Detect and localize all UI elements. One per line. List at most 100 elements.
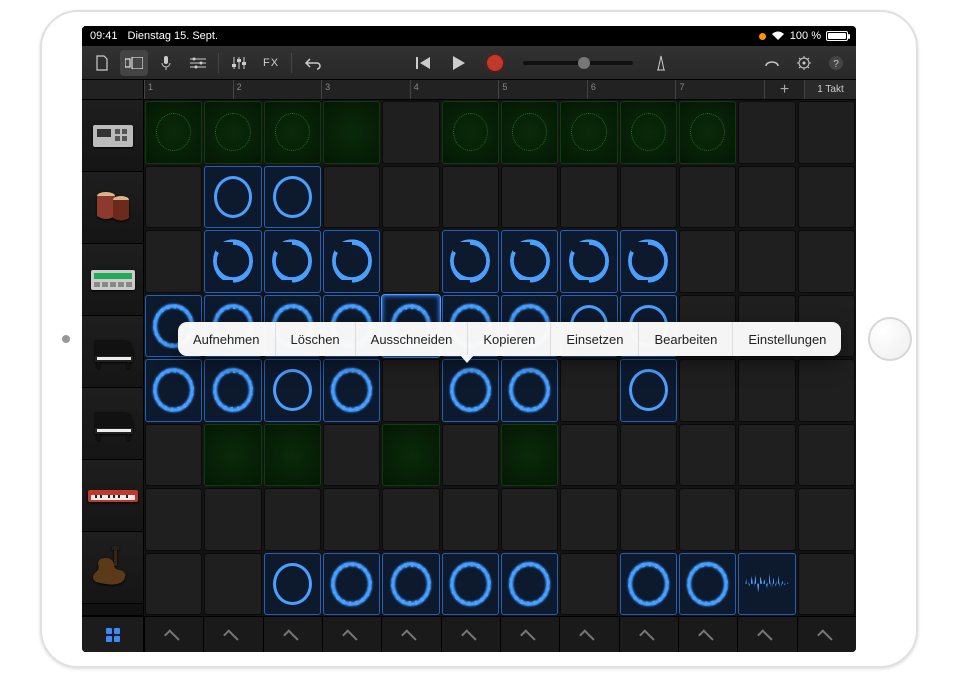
loop-cell[interactable] bbox=[264, 359, 321, 422]
empty-cell[interactable] bbox=[442, 166, 499, 229]
settings-button[interactable] bbox=[790, 50, 818, 76]
loop-cell[interactable] bbox=[204, 101, 261, 164]
column-trigger[interactable] bbox=[678, 617, 737, 652]
context-menu-item[interactable]: Bearbeiten bbox=[639, 322, 733, 356]
loop-cell[interactable] bbox=[204, 424, 261, 487]
empty-cell[interactable] bbox=[560, 553, 617, 616]
loop-cell[interactable] bbox=[501, 359, 558, 422]
empty-cell[interactable] bbox=[323, 488, 380, 551]
loop-cell[interactable] bbox=[382, 424, 439, 487]
empty-cell[interactable] bbox=[738, 359, 795, 422]
zoom-label[interactable]: 1 Takt bbox=[804, 80, 856, 99]
empty-cell[interactable] bbox=[264, 488, 321, 551]
loop-cell[interactable] bbox=[501, 101, 558, 164]
loop-cell[interactable] bbox=[620, 359, 677, 422]
metronome-button[interactable] bbox=[647, 50, 675, 76]
empty-cell[interactable] bbox=[560, 359, 617, 422]
loop-cell[interactable] bbox=[204, 230, 261, 293]
column-trigger[interactable] bbox=[322, 617, 381, 652]
loop-cell[interactable] bbox=[145, 101, 202, 164]
master-volume-slider[interactable] bbox=[523, 61, 633, 65]
empty-cell[interactable] bbox=[145, 230, 202, 293]
loop-cell[interactable] bbox=[501, 553, 558, 616]
empty-cell[interactable] bbox=[798, 166, 855, 229]
empty-cell[interactable] bbox=[738, 230, 795, 293]
play-button[interactable] bbox=[445, 50, 473, 76]
empty-cell[interactable] bbox=[679, 488, 736, 551]
track-header-keyboard[interactable] bbox=[82, 460, 143, 532]
context-menu-item[interactable]: Einstellungen bbox=[733, 322, 841, 356]
context-menu-item[interactable]: Ausschneiden bbox=[356, 322, 469, 356]
empty-cell[interactable] bbox=[442, 488, 499, 551]
column-trigger[interactable] bbox=[144, 617, 203, 652]
loop-cell[interactable] bbox=[323, 101, 380, 164]
mixer-button[interactable] bbox=[225, 50, 253, 76]
column-trigger[interactable] bbox=[500, 617, 559, 652]
loop-cell[interactable] bbox=[145, 359, 202, 422]
track-header-piano1[interactable] bbox=[82, 316, 143, 388]
empty-cell[interactable] bbox=[798, 424, 855, 487]
empty-cell[interactable] bbox=[679, 359, 736, 422]
loop-cell[interactable] bbox=[204, 359, 261, 422]
loop-cell[interactable] bbox=[204, 166, 261, 229]
loop-cell[interactable] bbox=[442, 359, 499, 422]
column-trigger[interactable] bbox=[441, 617, 500, 652]
empty-cell[interactable] bbox=[145, 488, 202, 551]
column-trigger[interactable] bbox=[203, 617, 262, 652]
microphone-button[interactable] bbox=[152, 50, 180, 76]
grid-view-button[interactable] bbox=[82, 616, 143, 652]
empty-cell[interactable] bbox=[798, 553, 855, 616]
empty-cell[interactable] bbox=[323, 424, 380, 487]
empty-cell[interactable] bbox=[145, 166, 202, 229]
column-trigger[interactable] bbox=[263, 617, 322, 652]
empty-cell[interactable] bbox=[382, 230, 439, 293]
loop-cell[interactable] bbox=[442, 230, 499, 293]
my-songs-button[interactable] bbox=[88, 50, 116, 76]
empty-cell[interactable] bbox=[738, 101, 795, 164]
loop-cell[interactable] bbox=[442, 553, 499, 616]
fx-button[interactable]: FX bbox=[257, 50, 285, 76]
loop-cell[interactable] bbox=[560, 230, 617, 293]
empty-cell[interactable] bbox=[679, 230, 736, 293]
loop-cell[interactable] bbox=[620, 230, 677, 293]
loop-cell[interactable] bbox=[620, 101, 677, 164]
empty-cell[interactable] bbox=[204, 488, 261, 551]
empty-cell[interactable] bbox=[679, 424, 736, 487]
go-to-start-button[interactable] bbox=[409, 50, 437, 76]
empty-cell[interactable] bbox=[382, 101, 439, 164]
loop-browser-button[interactable] bbox=[758, 50, 786, 76]
loop-cell[interactable] bbox=[264, 166, 321, 229]
empty-cell[interactable] bbox=[560, 424, 617, 487]
undo-button[interactable] bbox=[298, 50, 326, 76]
browser-button[interactable] bbox=[120, 50, 148, 76]
context-menu-item[interactable]: Einsetzen bbox=[551, 322, 639, 356]
loop-cell[interactable] bbox=[323, 359, 380, 422]
empty-cell[interactable] bbox=[798, 101, 855, 164]
loop-cell[interactable] bbox=[679, 101, 736, 164]
column-trigger[interactable] bbox=[381, 617, 440, 652]
loop-cell[interactable] bbox=[323, 230, 380, 293]
loop-cell[interactable] bbox=[501, 230, 558, 293]
empty-cell[interactable] bbox=[501, 166, 558, 229]
empty-cell[interactable] bbox=[501, 488, 558, 551]
empty-cell[interactable] bbox=[738, 166, 795, 229]
loop-cell[interactable] bbox=[679, 553, 736, 616]
context-menu-item[interactable]: Aufnehmen bbox=[178, 322, 276, 356]
empty-cell[interactable] bbox=[145, 553, 202, 616]
loop-cell[interactable] bbox=[442, 101, 499, 164]
track-header-congas[interactable] bbox=[82, 172, 143, 244]
record-button[interactable] bbox=[481, 50, 509, 76]
empty-cell[interactable] bbox=[382, 488, 439, 551]
loop-cell[interactable] bbox=[382, 553, 439, 616]
empty-cell[interactable] bbox=[798, 230, 855, 293]
column-trigger[interactable] bbox=[619, 617, 678, 652]
context-menu-item[interactable]: Löschen bbox=[276, 322, 356, 356]
home-button[interactable] bbox=[862, 311, 918, 367]
track-header-bass[interactable] bbox=[82, 532, 143, 604]
context-menu-item[interactable]: Kopieren bbox=[468, 322, 551, 356]
track-header-piano2[interactable] bbox=[82, 388, 143, 460]
empty-cell[interactable] bbox=[620, 424, 677, 487]
column-trigger[interactable] bbox=[797, 617, 856, 652]
empty-cell[interactable] bbox=[204, 553, 261, 616]
track-header-drum-machine[interactable] bbox=[82, 100, 143, 172]
